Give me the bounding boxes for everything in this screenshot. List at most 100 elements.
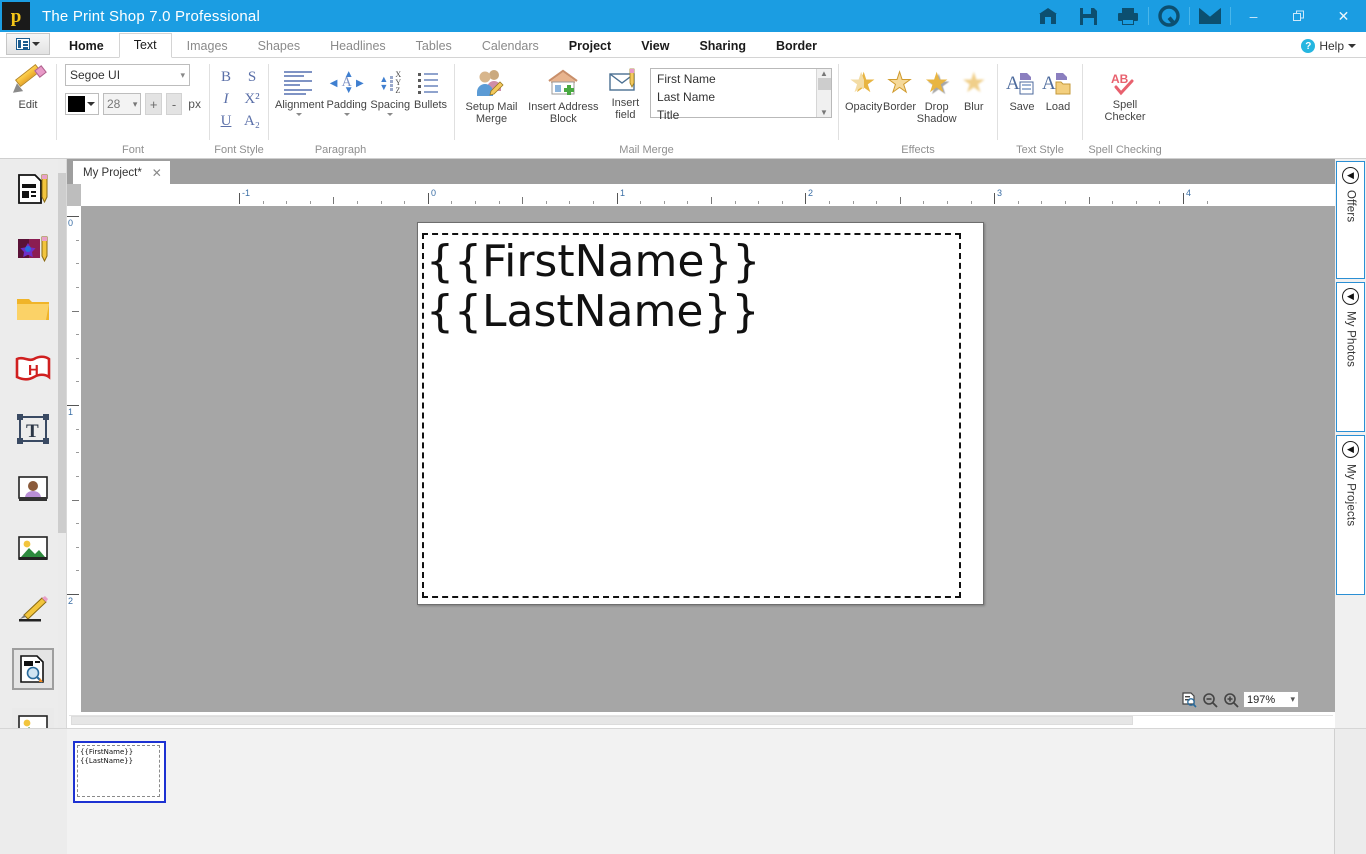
- title-bar: p The Print Shop 7.0 Professional – ✕: [0, 0, 1366, 32]
- scrollbar[interactable]: [58, 159, 66, 728]
- tab-project[interactable]: Project: [554, 34, 626, 58]
- setup-mail-merge-button[interactable]: Setup Mail Merge: [461, 64, 522, 125]
- strikethrough-button[interactable]: S: [239, 66, 265, 88]
- chevron-down-icon: [343, 113, 350, 116]
- fit-page-icon[interactable]: [1180, 691, 1197, 708]
- minimize-button[interactable]: –: [1231, 0, 1276, 32]
- people-edit-icon: [474, 68, 508, 98]
- sidebar-item-image[interactable]: [0, 519, 66, 579]
- scrollbar-thumb[interactable]: [817, 78, 831, 90]
- tab-shapes[interactable]: Shapes: [243, 34, 315, 58]
- drop-shadow-button[interactable]: ★ Drop Shadow: [917, 66, 957, 126]
- sidebar-item-open-project[interactable]: [0, 279, 66, 339]
- quicktime-icon[interactable]: [1149, 0, 1189, 32]
- panel-my-photos[interactable]: ◀ My Photos: [1336, 282, 1365, 432]
- chevron-left-icon[interactable]: ◀: [1342, 167, 1359, 184]
- zoom-out-icon[interactable]: [1201, 691, 1218, 708]
- edit-button[interactable]: Edit: [6, 62, 50, 111]
- list-item[interactable]: Title: [657, 106, 810, 124]
- store-icon[interactable]: [1028, 0, 1068, 32]
- restore-button[interactable]: [1276, 0, 1321, 32]
- font-size-select[interactable]: 28 ▾: [103, 93, 142, 115]
- font-size-increase-button[interactable]: +: [145, 93, 162, 115]
- tab-images[interactable]: Images: [172, 34, 243, 58]
- sidebar-item-text-tool[interactable]: T: [0, 399, 66, 459]
- panel-offers[interactable]: ◀ Offers: [1336, 161, 1365, 279]
- card-pencil-icon: [12, 228, 54, 270]
- text-style-save-button[interactable]: A Save: [1004, 66, 1040, 113]
- opacity-button[interactable]: ★ ★ Opacity: [845, 66, 882, 114]
- chevron-up-icon[interactable]: ▲: [820, 69, 828, 78]
- padding-button[interactable]: A ◀ ▶ ▲ ▼ Padding: [326, 66, 368, 116]
- text-style-load-button[interactable]: A Load: [1040, 66, 1076, 113]
- ruler-tick: [76, 239, 79, 241]
- close-button[interactable]: ✕: [1321, 0, 1366, 32]
- font-name-select[interactable]: Segoe UI ▾: [65, 64, 190, 86]
- tab-home[interactable]: Home: [54, 34, 119, 58]
- insert-field-button[interactable]: Insert field: [605, 64, 646, 121]
- save-icon[interactable]: [1068, 0, 1108, 32]
- sidebar-item-headline[interactable]: H: [0, 339, 66, 399]
- horizontal-ruler[interactable]: -1 0 1 2 3 4: [67, 184, 1335, 206]
- panel-my-projects[interactable]: ◀ My Projects: [1336, 435, 1365, 595]
- page-thumbnail[interactable]: {{FirstName}} {{LastName}}: [73, 741, 166, 803]
- tab-headlines[interactable]: Headlines: [315, 34, 401, 58]
- canvas[interactable]: {{FirstName}} {{LastName}} 197% ▾: [81, 206, 1335, 712]
- padding-label: Padding: [326, 99, 367, 111]
- list-item[interactable]: First Name: [657, 70, 810, 88]
- tab-text[interactable]: Text: [118, 33, 172, 58]
- sidebar-item-draw[interactable]: [0, 579, 66, 639]
- sidebar-item-portrait[interactable]: [0, 459, 66, 519]
- close-icon[interactable]: ✕: [152, 166, 162, 180]
- text-style-save-label: Save: [1009, 101, 1035, 113]
- spacing-button[interactable]: ▲ ▼ XYZ Spacing: [370, 66, 412, 116]
- text-style-save-icon: A: [1006, 70, 1038, 98]
- help-button[interactable]: ? Help: [1301, 39, 1356, 53]
- sidebar-item-greeting-card[interactable]: [0, 219, 66, 279]
- superscript-button[interactable]: X²: [239, 88, 265, 110]
- scrollbar-thumb[interactable]: [58, 173, 66, 533]
- blur-label: Blur: [963, 101, 984, 113]
- alignment-button[interactable]: Alignment: [275, 66, 324, 116]
- quick-access-button[interactable]: [6, 33, 50, 55]
- scrollbar-thumb[interactable]: [71, 716, 1133, 725]
- tab-tables[interactable]: Tables: [401, 34, 467, 58]
- blur-button[interactable]: ★ Blur: [957, 66, 991, 114]
- scrollbar[interactable]: [69, 715, 1333, 725]
- chevron-left-icon[interactable]: ◀: [1342, 441, 1359, 458]
- tab-sharing[interactable]: Sharing: [684, 34, 761, 58]
- editor-area: My Project* ✕ -1 0 1 2 3 4 0 1 2 {{First…: [67, 159, 1335, 728]
- bullets-button[interactable]: Bullets: [413, 66, 448, 111]
- font-color-picker[interactable]: [65, 93, 99, 115]
- sidebar-item-new-project[interactable]: [0, 159, 66, 219]
- underline-button[interactable]: U: [213, 110, 239, 132]
- scrollbar[interactable]: ▲ ▼: [816, 69, 831, 117]
- chevron-down-icon[interactable]: ▼: [820, 108, 828, 117]
- zoom-in-icon[interactable]: [1222, 691, 1239, 708]
- zoom-level-select[interactable]: 197% ▾: [1243, 691, 1299, 708]
- merge-field-list[interactable]: First Name Last Name Title ▲ ▼: [650, 68, 832, 122]
- mail-icon[interactable]: [1190, 0, 1230, 32]
- chevron-left-icon[interactable]: ◀: [1342, 288, 1359, 305]
- border-button[interactable]: ★ Border: [882, 66, 916, 113]
- right-panel-rail: ◀ Offers ◀ My Photos ◀ My Projects: [1335, 159, 1366, 728]
- subscript-button[interactable]: A₂: [239, 110, 265, 132]
- sidebar-item-print-preview[interactable]: [0, 699, 66, 728]
- ruler-tick: [475, 201, 476, 204]
- italic-button[interactable]: I: [213, 88, 239, 110]
- list-item[interactable]: Last Name: [657, 88, 810, 106]
- tab-view[interactable]: View: [626, 34, 684, 58]
- insert-address-block-button[interactable]: Insert Address Block: [526, 64, 601, 125]
- tab-calendars[interactable]: Calendars: [467, 34, 554, 58]
- ruler-tick: [687, 201, 689, 204]
- font-size-decrease-button[interactable]: -: [165, 93, 183, 115]
- print-icon[interactable]: [1108, 0, 1148, 32]
- vertical-ruler[interactable]: 0 1 2: [67, 206, 81, 712]
- bold-button[interactable]: B: [213, 66, 239, 88]
- tab-border[interactable]: Border: [761, 34, 832, 58]
- spell-checker-button[interactable]: AB Spell Checker: [1094, 66, 1156, 123]
- document-page[interactable]: {{FirstName}} {{LastName}}: [417, 222, 984, 605]
- text-box[interactable]: {{FirstName}} {{LastName}}: [422, 233, 961, 598]
- document-tab[interactable]: My Project* ✕: [73, 161, 170, 184]
- sidebar-item-preview[interactable]: [0, 639, 66, 699]
